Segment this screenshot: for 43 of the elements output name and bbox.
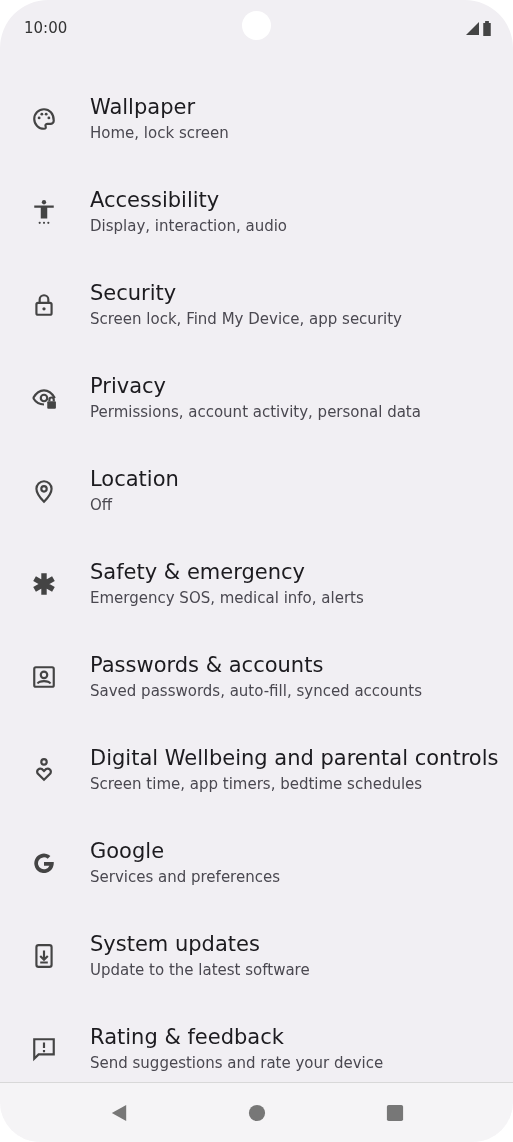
asterisk-icon bbox=[31, 570, 57, 597]
item-summary: Permissions, account activity, personal data bbox=[90, 402, 421, 423]
item-summary: Services and preferences bbox=[90, 867, 280, 888]
item-title: Accessibility bbox=[90, 187, 220, 214]
feedback-icon bbox=[31, 1035, 57, 1062]
battery-icon bbox=[483, 20, 491, 36]
settings-item[interactable]: Security Screen lock, Find My Device, app security bbox=[0, 258, 513, 351]
settings-item[interactable]: Safety & emergency Emergency SOS, medical info, alerts bbox=[0, 537, 513, 630]
item-title: Wallpaper bbox=[90, 94, 196, 121]
contact-card-icon bbox=[31, 663, 57, 690]
item-title: Security bbox=[90, 280, 177, 307]
settings-item[interactable]: Rating & feedback Send suggestions and rate your device bbox=[0, 1002, 513, 1095]
home-button[interactable] bbox=[247, 1103, 266, 1122]
item-summary: Screen lock, Find My Device, app security bbox=[90, 309, 402, 330]
item-summary: Emergency SOS, medical info, alerts bbox=[90, 588, 364, 609]
item-summary: Off bbox=[90, 495, 113, 516]
item-title: Passwords & accounts bbox=[90, 652, 324, 679]
settings-item[interactable]: Google Services and preferences bbox=[0, 816, 513, 909]
accessibility-icon bbox=[31, 198, 57, 225]
item-summary: Display, interaction, audio bbox=[90, 216, 288, 237]
settings-item[interactable]: Accessibility Display, interaction, audio bbox=[0, 165, 513, 258]
status-time: 10:00 bbox=[24, 19, 68, 37]
settings-item[interactable]: System updates Update to the latest software bbox=[0, 909, 513, 1002]
recents-button[interactable] bbox=[385, 1103, 404, 1122]
settings-item[interactable]: Wallpaper Home, lock screen bbox=[0, 72, 513, 165]
item-summary: Home, lock screen bbox=[90, 123, 229, 144]
signal-icon bbox=[466, 21, 479, 35]
settings-item[interactable]: Digital Wellbeing and parental controls Screen time, app timers, bedtime schedules bbox=[0, 723, 513, 816]
item-summary: Update to the latest software bbox=[90, 960, 310, 981]
item-summary: Saved passwords, auto-fill, synced accounts bbox=[90, 681, 422, 702]
item-title: System updates bbox=[90, 931, 260, 958]
item-title: Location bbox=[90, 466, 179, 493]
palette-icon bbox=[31, 105, 57, 132]
item-title: Google bbox=[90, 838, 165, 865]
settings-item[interactable]: Passwords & accounts Saved passwords, auto-fill, synced accounts bbox=[0, 630, 513, 723]
settings-item[interactable]: Privacy Permissions, account activity, personal data bbox=[0, 351, 513, 444]
item-title: Rating & feedback bbox=[90, 1024, 284, 1051]
item-title: Privacy bbox=[90, 373, 167, 400]
settings-item[interactable]: Location Off bbox=[0, 444, 513, 537]
item-summary: Screen time, app timers, bedtime schedules bbox=[90, 774, 423, 795]
item-title: Safety & emergency bbox=[90, 559, 305, 586]
item-title: Digital Wellbeing and parental controls bbox=[90, 745, 499, 772]
item-summary: Send suggestions and rate your device bbox=[90, 1053, 384, 1074]
